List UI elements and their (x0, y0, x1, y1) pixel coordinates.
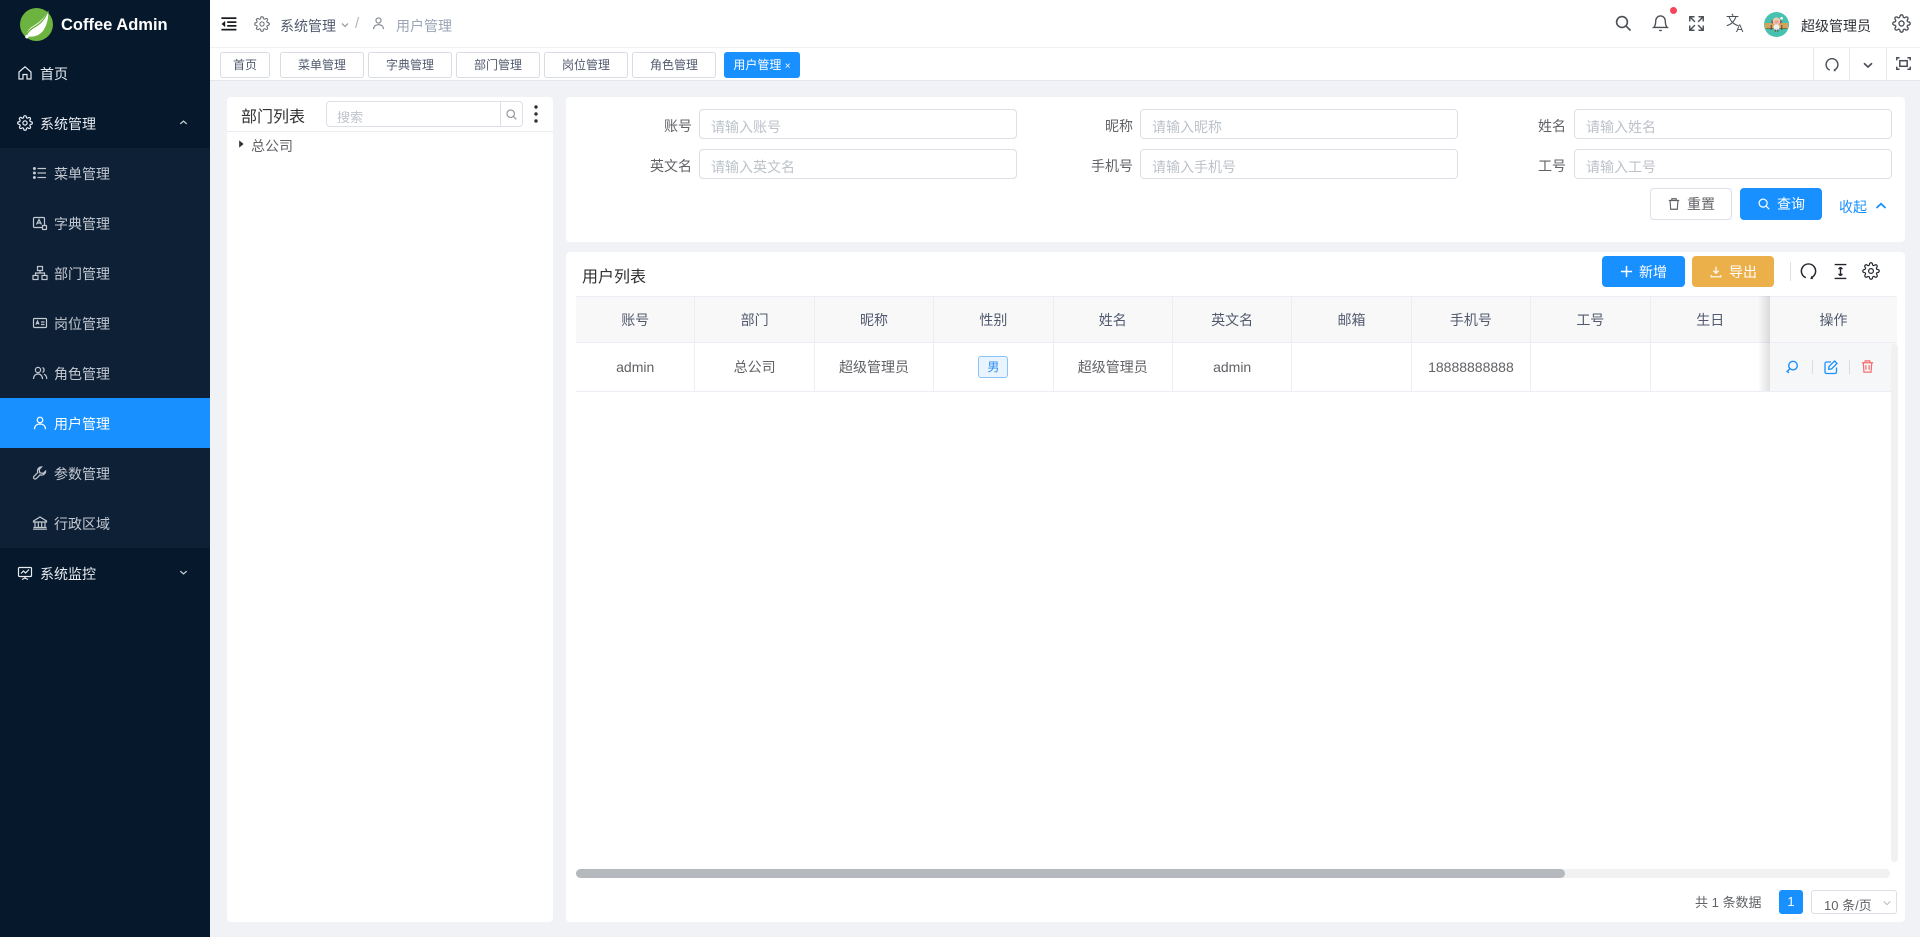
svg-text:A: A (1736, 23, 1744, 33)
